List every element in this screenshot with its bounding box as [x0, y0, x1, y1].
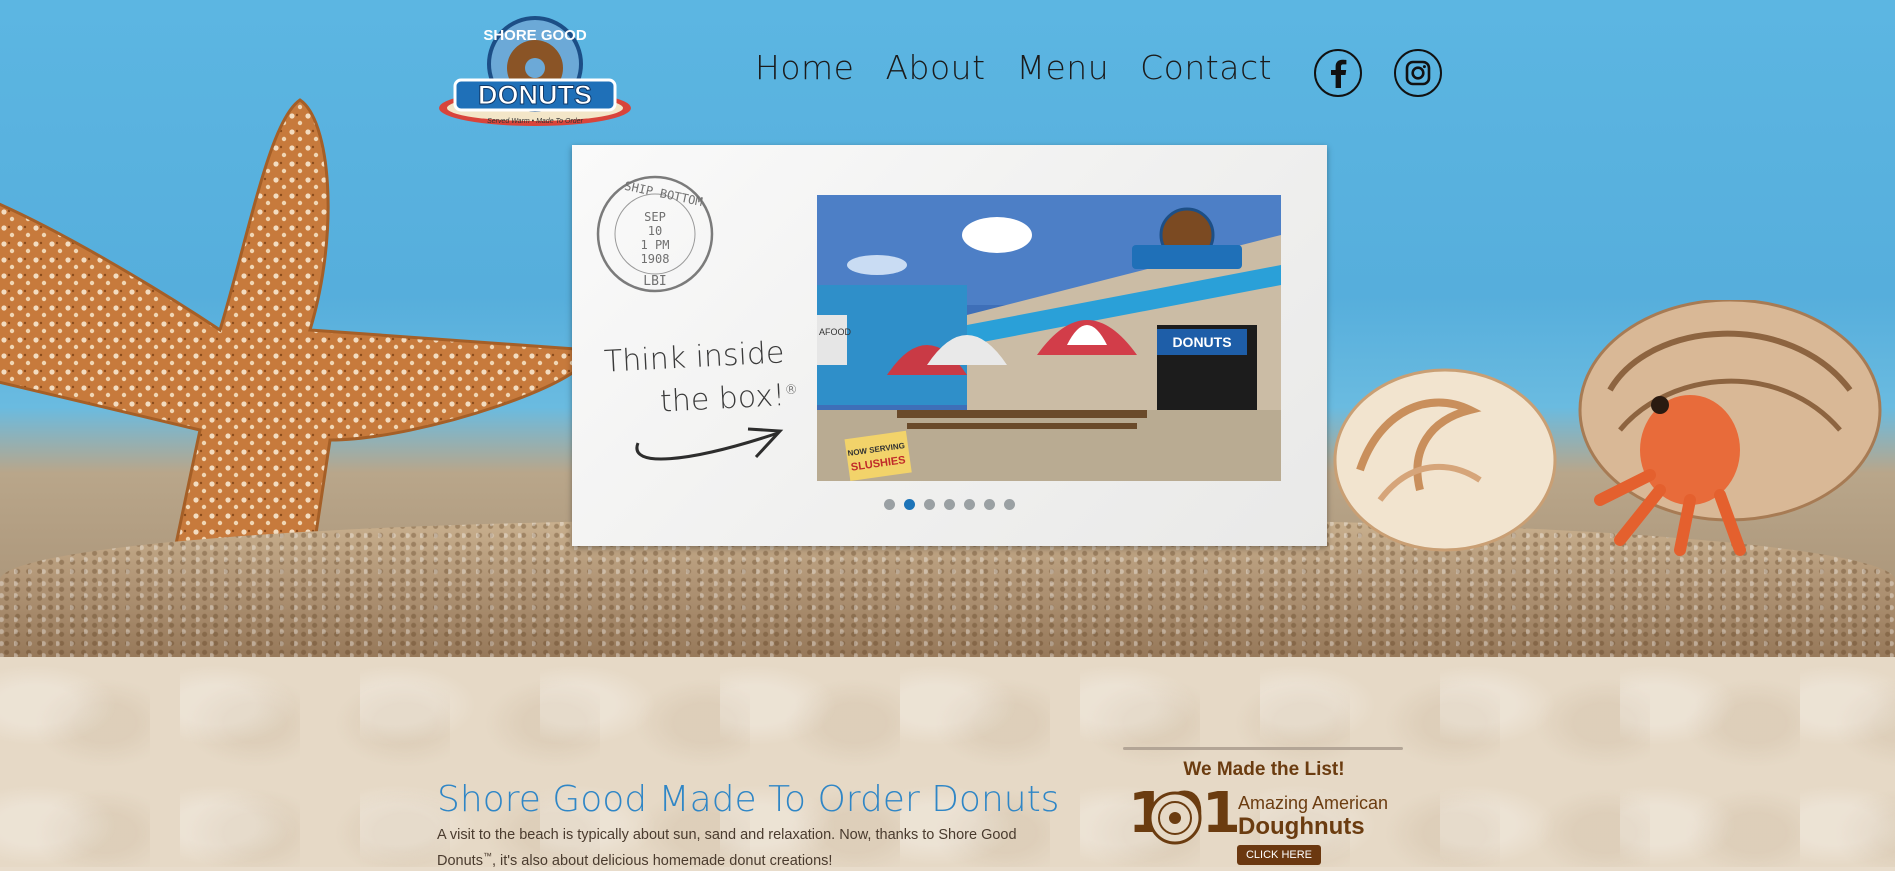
nav-about[interactable]: About — [885, 48, 985, 87]
registered-mark: ® — [784, 382, 798, 398]
intro-paragraph: A visit to the beach is typically about … — [437, 825, 1017, 871]
slideshow-photo[interactable]: AFOOD DONUTS NOW SERVING SLUSHIES — [817, 195, 1281, 481]
photo-left-sign: AFOOD — [819, 327, 852, 337]
facebook-icon — [1327, 58, 1349, 88]
page-headline: Shore Good Made To Order Donuts — [437, 779, 1059, 820]
award-line-2: Doughnuts — [1238, 813, 1365, 841]
trademark-symbol: ™ — [483, 851, 492, 861]
photo-building-sign: DONUTS — [1172, 334, 1231, 350]
content-section: Shore Good Made To Order Donuts A visit … — [0, 657, 1895, 867]
shore-good-donuts-logo[interactable]: SHORE GOOD DONUTS Served Warm • Made To … — [437, 16, 633, 128]
slideshow-card: SHIP BOTTOM SEP 10 1 PM 1908 LBI Think i… — [572, 145, 1327, 546]
hero-banner: SHORE GOOD DONUTS Served Warm • Made To … — [0, 0, 1895, 657]
slideshow-dot-7[interactable] — [1004, 499, 1015, 510]
stamp-line-4: 1908 — [641, 252, 670, 266]
instagram-link[interactable] — [1394, 49, 1442, 97]
main-navigation: Home About Menu Contact — [755, 48, 1272, 87]
logo-main-text: DONUTS — [478, 80, 592, 110]
arrow-icon — [628, 413, 788, 473]
nav-menu[interactable]: Menu — [1017, 48, 1110, 87]
stamp-bottom-text: LBI — [643, 274, 666, 289]
stamp-top-text: SHIP BOTTOM — [623, 179, 704, 209]
tagline-line-1: Think inside — [603, 335, 785, 379]
click-here-button[interactable]: CLICK HERE — [1237, 845, 1321, 865]
instagram-icon — [1405, 60, 1431, 86]
slideshow-dot-4[interactable] — [944, 499, 955, 510]
slideshow-dot-1[interactable] — [884, 499, 895, 510]
postmark-stamp: SHIP BOTTOM SEP 10 1 PM 1908 LBI — [594, 173, 716, 295]
stamp-line-1: SEP — [644, 210, 666, 224]
slideshow-dot-5[interactable] — [964, 499, 975, 510]
award-line-1: Amazing American — [1238, 793, 1388, 814]
logo-sub-text: Served Warm • Made To Order — [487, 118, 583, 125]
donut-seal-icon — [1148, 791, 1202, 845]
divider — [1123, 747, 1403, 750]
award-title: We Made the List! — [1123, 759, 1405, 781]
slideshow-dot-6[interactable] — [984, 499, 995, 510]
nav-contact[interactable]: Contact — [1140, 48, 1272, 87]
nav-home[interactable]: Home — [755, 48, 854, 87]
award-badge[interactable]: 101 Amazing American Doughnuts — [1128, 787, 1418, 849]
intro-text-2: , it's also about delicious homemade don… — [492, 852, 833, 868]
slideshow-dot-2[interactable] — [904, 499, 915, 510]
slideshow-pagination — [884, 499, 1015, 510]
facebook-link[interactable] — [1314, 49, 1362, 97]
slideshow-dot-3[interactable] — [924, 499, 935, 510]
logo-top-text: SHORE GOOD — [483, 27, 587, 44]
seashells-image — [1320, 300, 1895, 600]
stamp-line-2: 10 — [648, 224, 662, 238]
stamp-line-3: 1 PM — [641, 238, 670, 252]
